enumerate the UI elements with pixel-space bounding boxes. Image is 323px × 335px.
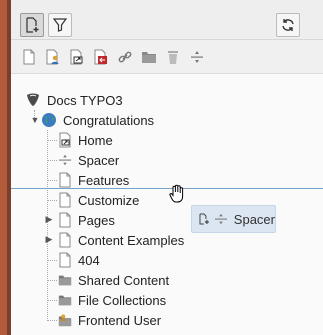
frontend-user-folder-icon	[58, 312, 72, 328]
page-link-icon[interactable]	[117, 49, 133, 65]
tree-node-root-label: Docs TYPO3	[47, 92, 123, 108]
filter-button[interactable]	[48, 13, 72, 37]
tree-node-features[interactable]: Features	[58, 170, 129, 190]
tree-node-label: Home	[78, 132, 113, 148]
tree-node-label: 404	[78, 252, 100, 268]
new-page-icon	[199, 213, 209, 225]
page-external-link-icon[interactable]	[93, 49, 109, 65]
globe-icon	[42, 113, 56, 127]
tree-node-label: Spacer	[78, 152, 120, 168]
filter-icon	[53, 18, 67, 32]
tree-node-label: Content Examples	[78, 232, 185, 248]
folder-icon	[58, 272, 72, 288]
spacer-icon	[58, 152, 72, 168]
tree-node-label: Shared Content	[78, 272, 170, 288]
expand-toggle-icon[interactable]: ▶	[44, 234, 54, 245]
grab-cursor-icon	[169, 184, 184, 203]
expand-toggle-icon[interactable]: ▶	[44, 214, 54, 225]
folder-icon	[58, 292, 72, 308]
typo3-logo-icon	[27, 93, 39, 106]
page-standard-icon	[58, 252, 72, 268]
page-shortcut-icon[interactable]	[69, 49, 85, 65]
refresh-icon	[282, 19, 294, 31]
page-standard-icon[interactable]	[21, 49, 37, 65]
tree-node-home[interactable]: Home	[58, 130, 113, 150]
tree-node-file-collections[interactable]: File Collections	[58, 290, 166, 310]
page-standard-icon	[58, 212, 72, 228]
refresh-button[interactable]	[276, 13, 300, 37]
page-standard-icon	[58, 172, 72, 188]
tree-node-spacer[interactable]: Spacer	[58, 150, 119, 170]
new-page-toggle-button[interactable]	[20, 13, 44, 37]
drop-position-indicator	[11, 188, 323, 189]
tree-node-label: Customize	[78, 192, 140, 208]
page-standard-icon	[58, 192, 72, 208]
tree-node-site[interactable]: Congratulations	[41, 110, 154, 130]
page-tree: Docs TYPO3 ▼ Congratulations Home Spacer	[11, 74, 323, 335]
tree-node-label: Pages	[78, 212, 115, 228]
page-shortcut-icon	[58, 132, 72, 148]
drag-tooltip-label: Spacer	[233, 211, 275, 227]
page-tree-panel: Docs TYPO3 ▼ Congratulations Home Spacer	[11, 0, 323, 335]
tree-node-customize[interactable]: Customize	[58, 190, 139, 210]
tree-node-pages[interactable]: Pages	[58, 210, 115, 230]
page-tree-toolbar	[11, 0, 323, 40]
tree-node-site-label: Congratulations	[63, 112, 155, 128]
spacer-icon	[214, 213, 227, 225]
tree-node-root[interactable]: Docs TYPO3	[25, 90, 123, 110]
page-backend-user-icon[interactable]	[45, 49, 61, 65]
collapse-toggle-icon[interactable]: ▼	[30, 115, 40, 125]
tree-node-frontend-user[interactable]: Frontend User	[58, 310, 161, 330]
tree-node-label: File Collections	[78, 292, 167, 308]
tree-node-404[interactable]: 404	[58, 250, 100, 270]
page-standard-icon	[58, 232, 72, 248]
tree-node-shared-content[interactable]: Shared Content	[58, 270, 169, 290]
doktype-toolbar	[11, 40, 323, 74]
recycler-icon[interactable]	[165, 49, 181, 65]
tree-node-content-examples[interactable]: Content Examples	[58, 230, 184, 250]
module-menu-edge	[0, 0, 7, 335]
tree-node-label: Features	[78, 172, 130, 188]
spacer-icon[interactable]	[189, 49, 205, 65]
drag-tooltip: Spacer	[191, 205, 276, 233]
tree-node-label: Frontend User	[78, 312, 162, 328]
new-page-icon	[26, 17, 39, 33]
folder-icon[interactable]	[141, 49, 157, 65]
